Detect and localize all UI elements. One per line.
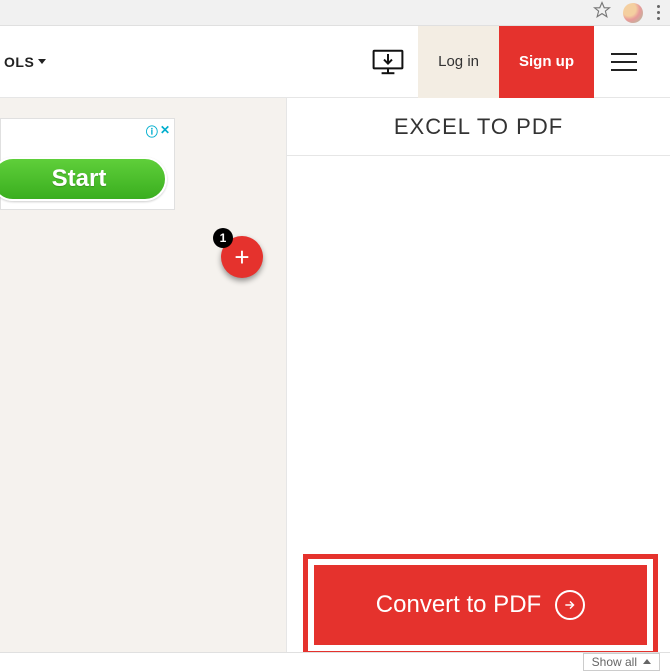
- download-bar: Show all: [0, 652, 670, 670]
- desktop-upload-icon[interactable]: [358, 26, 418, 98]
- browser-menu-icon[interactable]: [655, 3, 662, 22]
- add-file-fab[interactable]: + 1: [221, 236, 263, 278]
- right-panel: EXCEL TO PDF Convert to PDF: [287, 98, 670, 670]
- ad-container: ⓘ ✕ Start: [0, 118, 175, 210]
- bookmark-star-icon[interactable]: [593, 1, 611, 24]
- ad-start-button[interactable]: Start: [0, 157, 167, 201]
- convert-to-pdf-button[interactable]: Convert to PDF: [314, 565, 647, 645]
- login-button[interactable]: Log in: [418, 26, 499, 98]
- file-count-badge: 1: [213, 228, 233, 248]
- plus-icon: +: [234, 244, 249, 270]
- site-header: OLS Log in Sign up: [0, 26, 670, 98]
- browser-toolbar: [0, 0, 670, 26]
- ad-controls: ⓘ ✕: [146, 123, 170, 140]
- ad-close-icon[interactable]: ✕: [160, 123, 170, 140]
- signup-button[interactable]: Sign up: [499, 26, 594, 98]
- show-all-button[interactable]: Show all: [583, 653, 660, 671]
- panel-title: EXCEL TO PDF: [287, 98, 670, 156]
- hamburger-menu-icon[interactable]: [594, 26, 654, 98]
- caret-up-icon: [643, 659, 651, 664]
- convert-highlight-box: Convert to PDF: [303, 554, 658, 656]
- left-panel: ⓘ ✕ Start + 1: [0, 98, 287, 670]
- caret-down-icon: [38, 59, 46, 64]
- ad-info-icon[interactable]: ⓘ: [146, 123, 158, 140]
- tools-label: OLS: [4, 54, 34, 70]
- header-actions: Log in Sign up: [358, 26, 654, 98]
- profile-avatar[interactable]: [623, 3, 643, 23]
- arrow-right-circle-icon: [555, 590, 585, 620]
- tools-dropdown[interactable]: OLS: [0, 54, 46, 70]
- show-all-label: Show all: [592, 655, 637, 669]
- convert-label: Convert to PDF: [376, 591, 541, 619]
- main-area: ⓘ ✕ Start + 1 EXCEL TO PDF Convert to PD…: [0, 98, 670, 670]
